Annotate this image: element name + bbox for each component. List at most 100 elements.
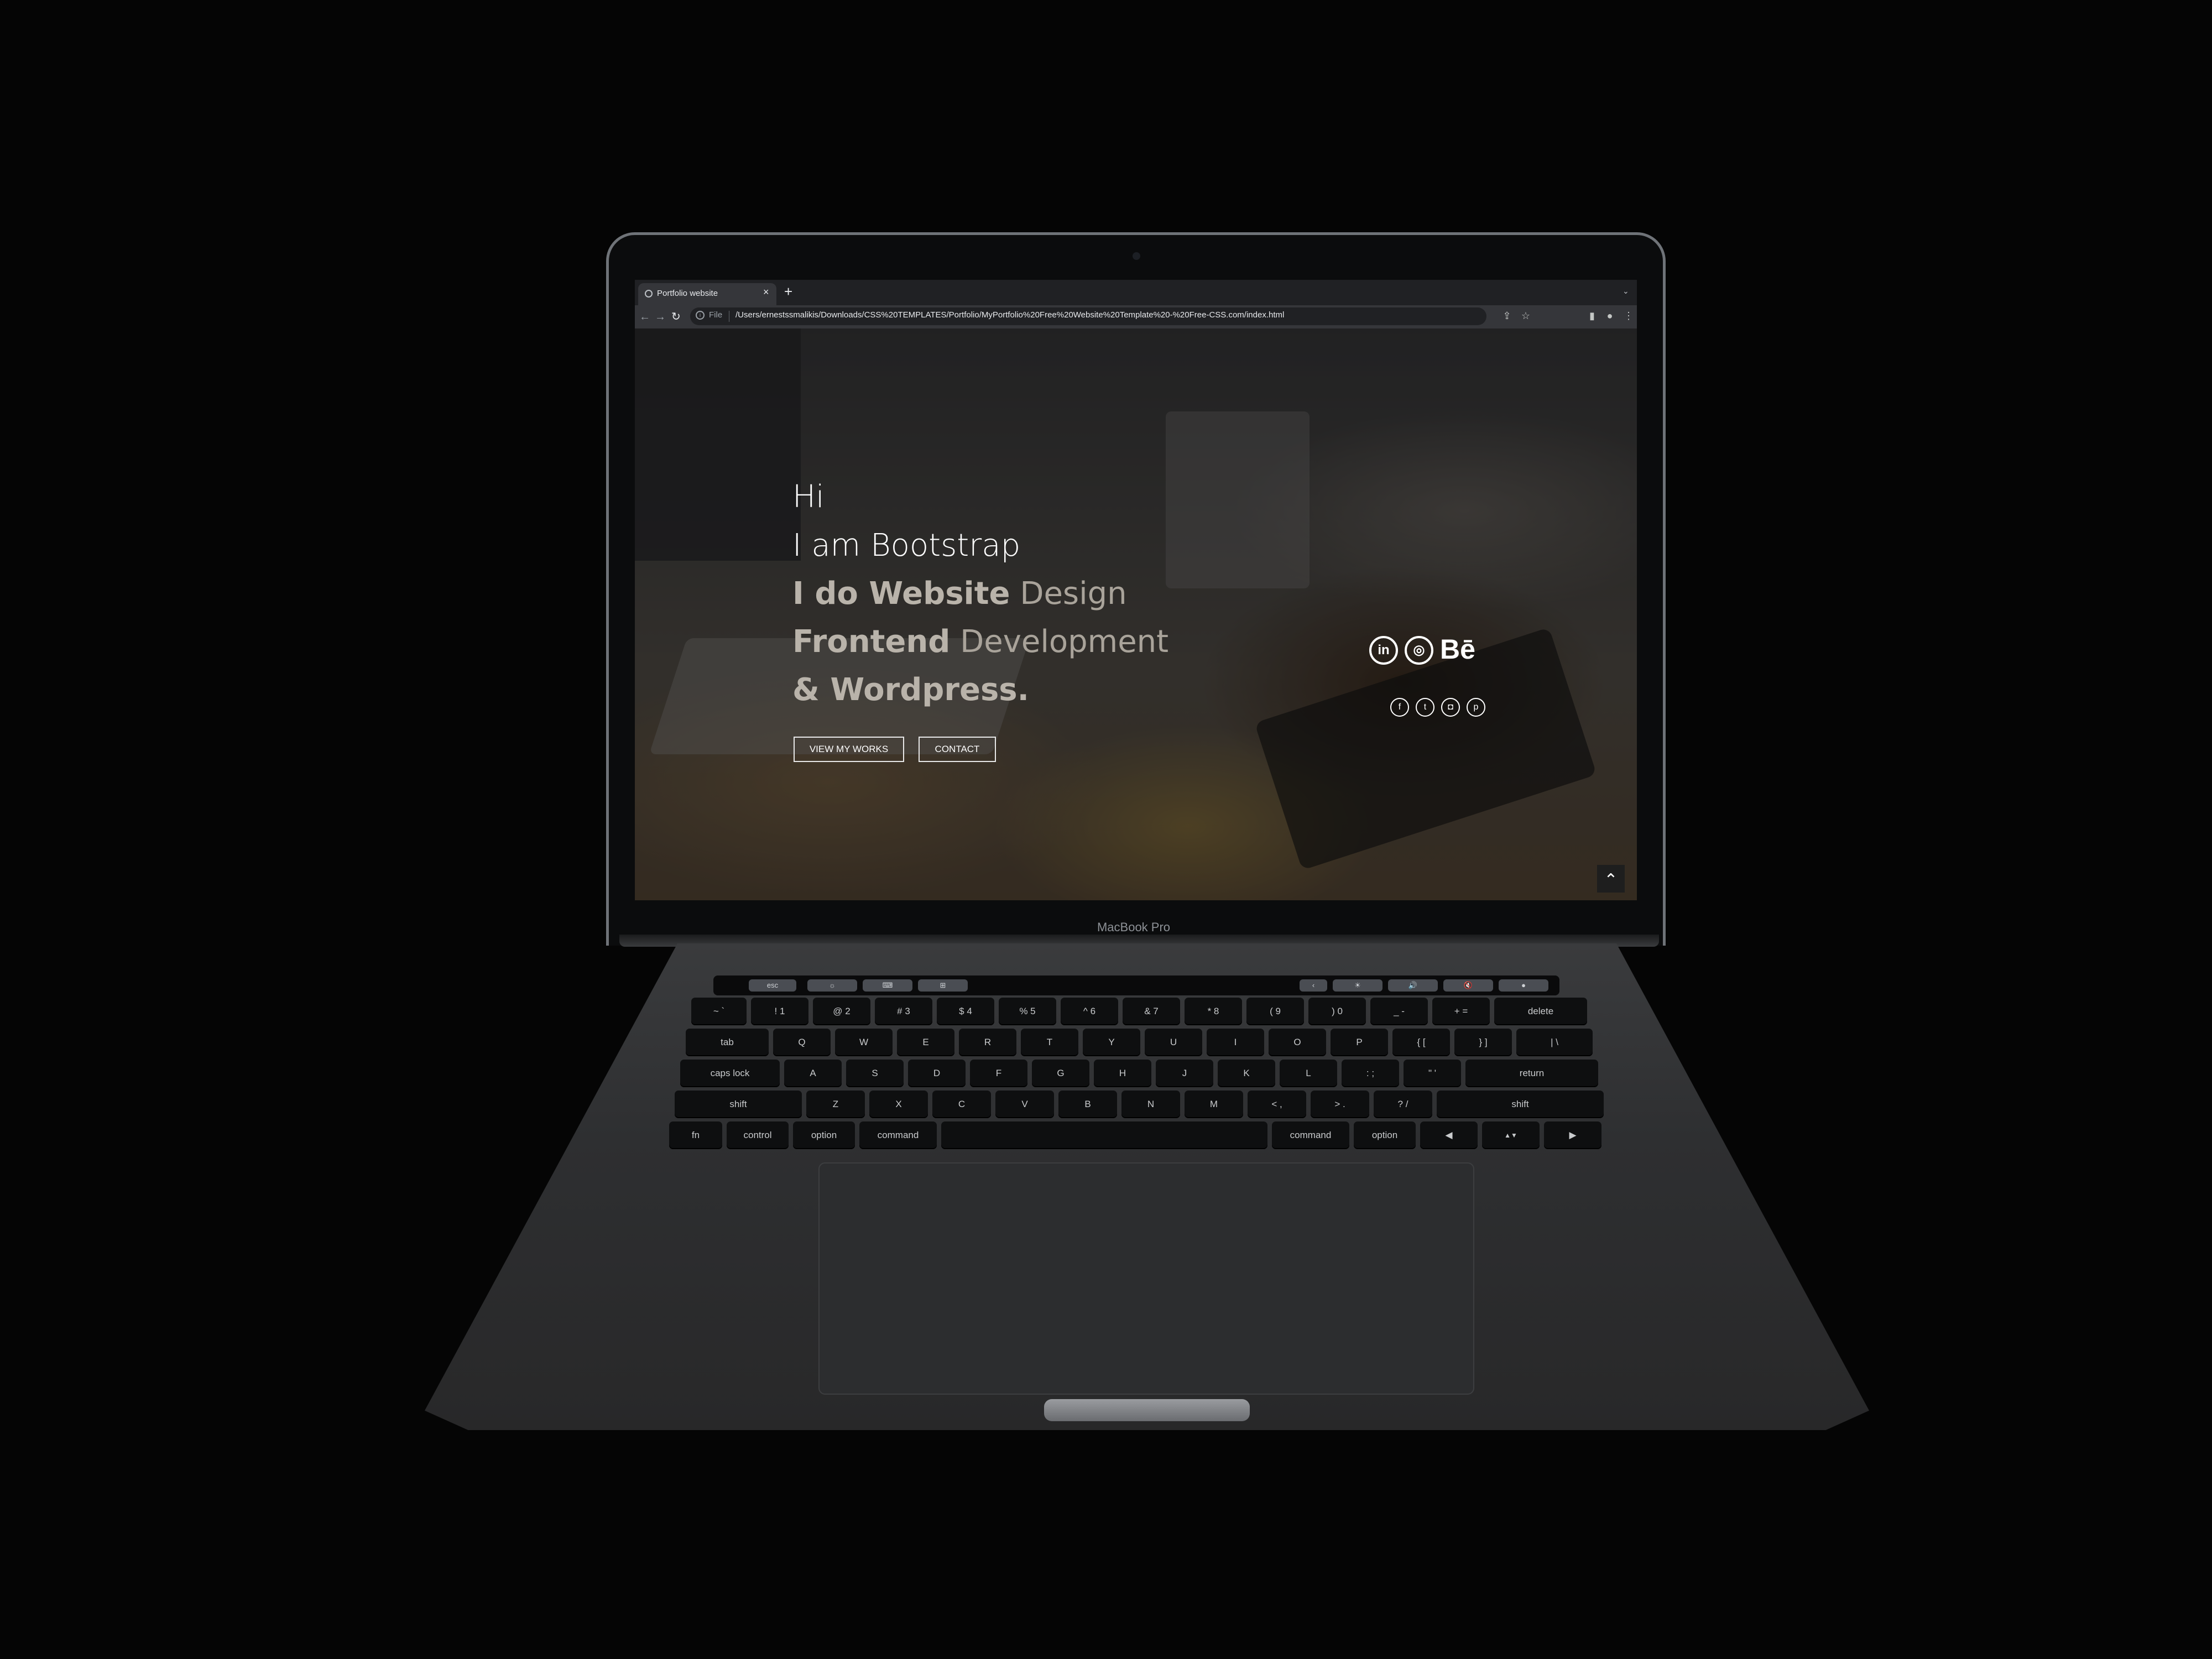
behance-icon[interactable]: Bē <box>1440 633 1475 666</box>
key[interactable]: Z <box>806 1091 865 1118</box>
option-key[interactable]: option <box>793 1121 855 1149</box>
touchbar-esc-key[interactable]: esc <box>749 979 796 992</box>
key[interactable]: H <box>1094 1060 1151 1087</box>
tab-key[interactable]: tab <box>686 1029 769 1056</box>
touchbar-brightness-key[interactable]: ☼ <box>807 979 857 992</box>
key[interactable]: S <box>846 1060 904 1087</box>
info-icon[interactable]: i <box>696 311 705 320</box>
key[interactable]: V <box>995 1091 1054 1118</box>
key[interactable]: ~ ` <box>691 998 747 1025</box>
key[interactable]: C <box>932 1091 991 1118</box>
touchbar-mission-key[interactable]: ⊞ <box>918 979 968 992</box>
arrow-right-key[interactable]: ▶ <box>1544 1121 1601 1149</box>
key[interactable]: | \ <box>1516 1029 1593 1056</box>
browser-tab[interactable]: Portfolio website × <box>638 283 776 305</box>
key[interactable]: J <box>1156 1060 1213 1087</box>
facebook-icon[interactable]: f <box>1390 698 1409 717</box>
key[interactable]: & 7 <box>1123 998 1180 1025</box>
touchbar-mute-key[interactable]: 🔇 <box>1443 979 1493 992</box>
touchbar-collapse-key[interactable]: ‹ <box>1300 979 1327 992</box>
touchbar-keyboard-key[interactable]: ⌨ <box>863 979 912 992</box>
key[interactable]: ^ 6 <box>1061 998 1118 1025</box>
url-text[interactable]: /Users/ernestssmalikis/Downloads/CSS%20T… <box>735 310 1284 320</box>
dribbble-icon[interactable]: ◎ <box>1405 636 1433 665</box>
key[interactable]: Y <box>1083 1029 1140 1056</box>
key[interactable]: W <box>835 1029 893 1056</box>
shift-key[interactable]: shift <box>675 1091 802 1118</box>
key[interactable]: % 5 <box>999 998 1056 1025</box>
new-tab-button[interactable]: + <box>784 283 792 300</box>
key[interactable]: ) 0 <box>1308 998 1366 1025</box>
key[interactable]: P <box>1331 1029 1388 1056</box>
key[interactable]: ( 9 <box>1246 998 1304 1025</box>
touchbar-screen-brightness-key[interactable]: ☀ <box>1333 979 1383 992</box>
reload-icon[interactable]: ↻ <box>671 307 681 326</box>
spacebar[interactable] <box>941 1121 1267 1149</box>
arrow-up-down-key[interactable]: ▲▼ <box>1482 1121 1540 1149</box>
forward-arrow-icon[interactable]: → <box>655 307 666 326</box>
key[interactable]: < , <box>1248 1091 1306 1118</box>
key[interactable]: B <box>1058 1091 1117 1118</box>
key[interactable]: O <box>1269 1029 1326 1056</box>
key[interactable]: + = <box>1432 998 1490 1025</box>
command-key[interactable]: command <box>1272 1121 1349 1149</box>
key[interactable]: I <box>1207 1029 1264 1056</box>
key[interactable]: N <box>1121 1091 1180 1118</box>
sidepanel-icon[interactable]: ▮ <box>1586 310 1598 322</box>
key[interactable]: @ 2 <box>813 998 870 1025</box>
hero-bold-text: & Wordpress. <box>792 672 1029 708</box>
key[interactable]: ! 1 <box>751 998 808 1025</box>
touchbar-siri-key[interactable]: ● <box>1499 979 1548 992</box>
star-icon[interactable]: ☆ <box>1520 310 1532 322</box>
key[interactable]: > . <box>1311 1091 1369 1118</box>
key[interactable]: L <box>1280 1060 1337 1087</box>
key[interactable]: * 8 <box>1185 998 1242 1025</box>
key[interactable]: A <box>784 1060 842 1087</box>
close-icon[interactable]: × <box>763 286 769 298</box>
key[interactable]: D <box>908 1060 966 1087</box>
instagram-icon[interactable]: ◘ <box>1441 698 1460 717</box>
key[interactable]: { [ <box>1392 1029 1450 1056</box>
view-my-works-button[interactable]: VIEW MY WORKS <box>794 737 904 762</box>
keyboard: ~ ` ! 1 @ 2 # 3 $ 4 % 5 ^ 6 & 7 * 8 ( 9 … <box>653 995 1626 1159</box>
key[interactable]: F <box>970 1060 1027 1087</box>
key[interactable]: : ; <box>1342 1060 1399 1087</box>
key[interactable]: G <box>1032 1060 1089 1087</box>
key[interactable]: E <box>897 1029 954 1056</box>
key[interactable]: ? / <box>1374 1091 1432 1118</box>
caps-lock-key[interactable]: caps lock <box>680 1060 780 1087</box>
scroll-to-top-button[interactable]: ⌃ <box>1597 865 1625 893</box>
key[interactable]: U <box>1145 1029 1202 1056</box>
shift-key[interactable]: shift <box>1437 1091 1604 1118</box>
fn-key[interactable]: fn <box>669 1121 722 1149</box>
key[interactable]: $ 4 <box>937 998 994 1025</box>
key[interactable]: R <box>959 1029 1016 1056</box>
key[interactable]: _ - <box>1370 998 1428 1025</box>
key[interactable]: Q <box>773 1029 831 1056</box>
chevron-down-icon[interactable]: ⌄ <box>1623 286 1629 296</box>
delete-key[interactable]: delete <box>1494 998 1587 1025</box>
address-bar[interactable]: i File /Users/ernestssmalikis/Downloads/… <box>690 307 1486 325</box>
key[interactable]: # 3 <box>875 998 932 1025</box>
return-key[interactable]: return <box>1465 1060 1598 1087</box>
arrow-left-key[interactable]: ◀ <box>1420 1121 1478 1149</box>
key[interactable]: T <box>1021 1029 1078 1056</box>
share-icon[interactable]: ⇪ <box>1501 310 1513 322</box>
linkedin-icon[interactable]: in <box>1369 636 1398 665</box>
key[interactable]: X <box>869 1091 928 1118</box>
option-key[interactable]: option <box>1354 1121 1416 1149</box>
control-key[interactable]: control <box>727 1121 789 1149</box>
touchbar-volume-key[interactable]: 🔊 <box>1388 979 1438 992</box>
key[interactable]: " ' <box>1404 1060 1461 1087</box>
key[interactable]: } ] <box>1454 1029 1512 1056</box>
trackpad[interactable] <box>818 1162 1474 1395</box>
key[interactable]: K <box>1218 1060 1275 1087</box>
contact-button[interactable]: CONTACT <box>919 737 996 762</box>
pinterest-icon[interactable]: p <box>1467 698 1485 717</box>
key[interactable]: M <box>1185 1091 1243 1118</box>
menu-icon[interactable]: ⋮ <box>1623 310 1635 322</box>
back-arrow-icon[interactable]: ← <box>639 307 650 326</box>
command-key[interactable]: command <box>859 1121 937 1149</box>
profile-icon[interactable]: ● <box>1604 310 1616 322</box>
twitter-icon[interactable]: t <box>1416 698 1434 717</box>
